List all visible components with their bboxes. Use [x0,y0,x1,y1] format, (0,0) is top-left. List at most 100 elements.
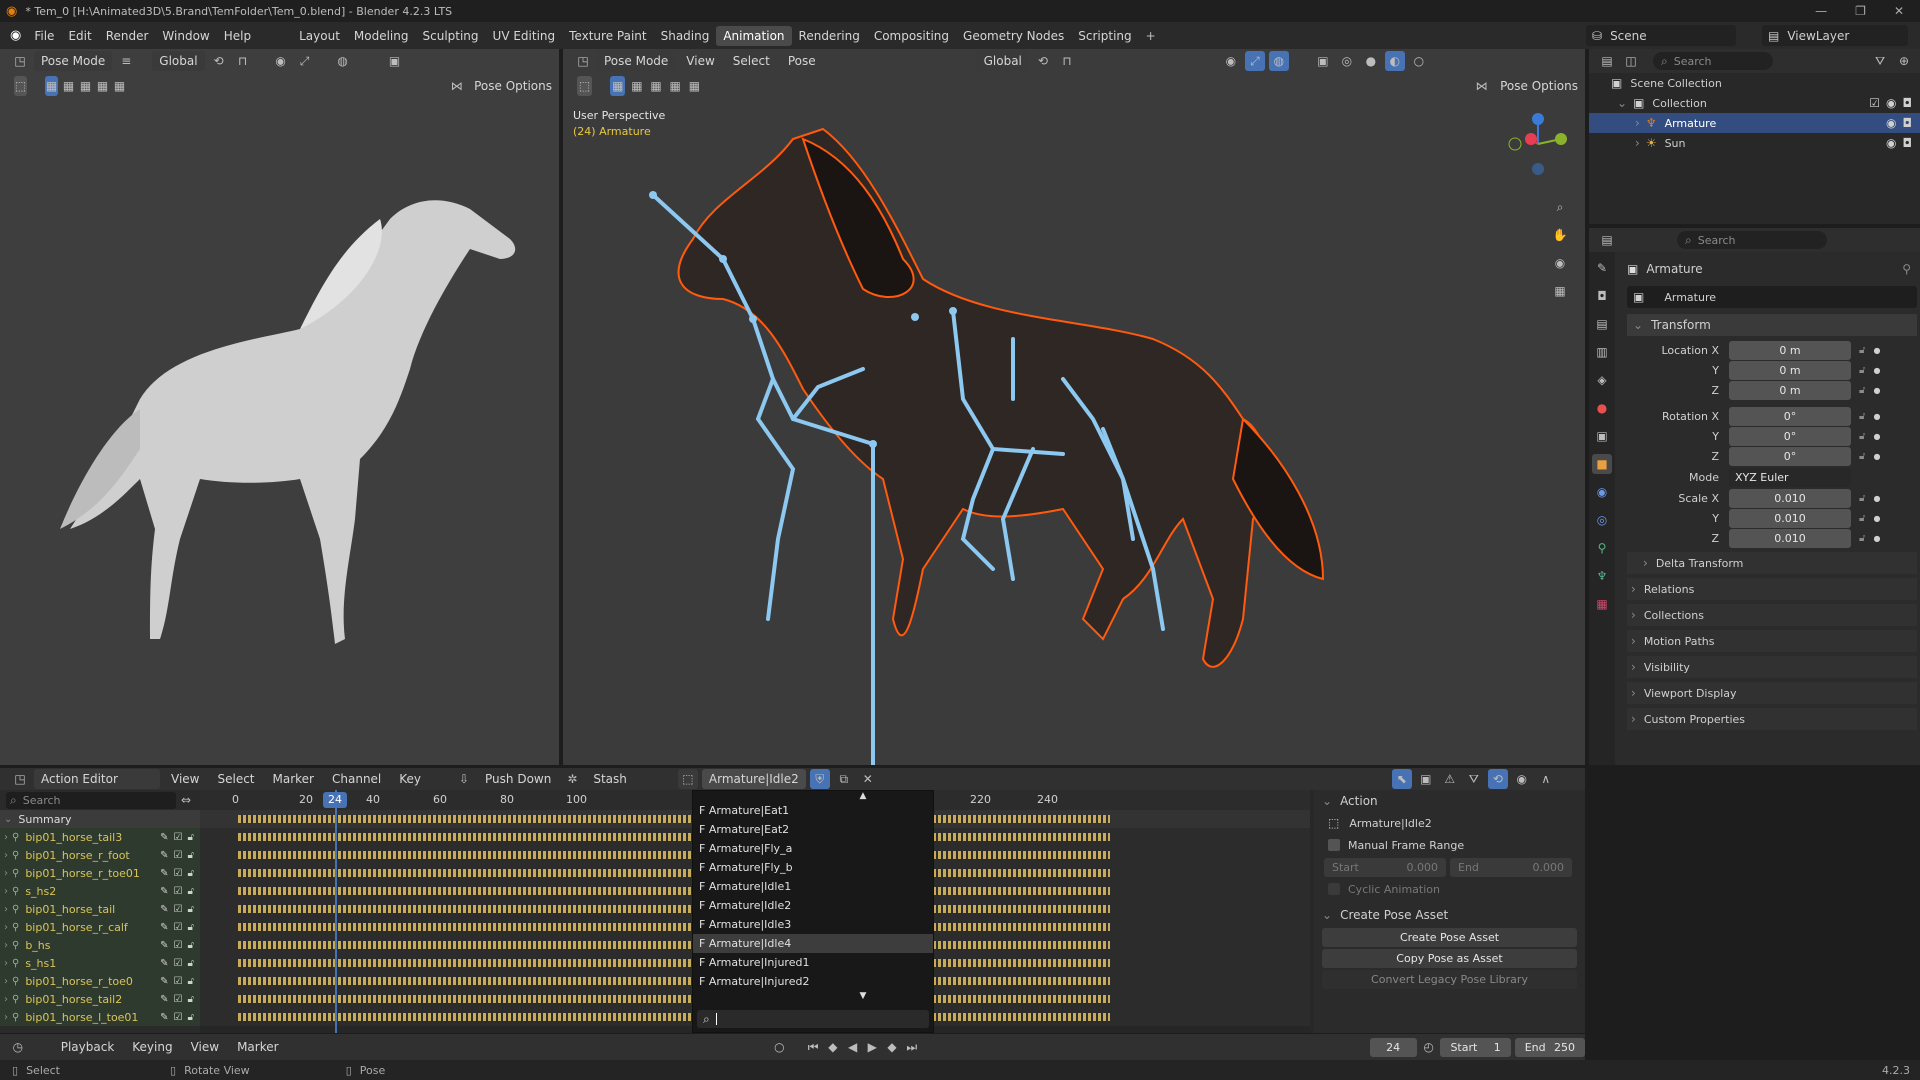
select-invert-icon[interactable]: ▦ [668,76,683,96]
xray-icon[interactable]: ▣ [385,51,405,71]
value-field[interactable]: 0° [1729,426,1851,446]
channel-row[interactable]: › ⚲ s_hs2 ✎ ☑ 🔓︎ [0,882,200,900]
action-list-item[interactable]: F Armature|Eat1 [693,801,933,820]
checkbox-icon[interactable]: ☑ [174,958,183,969]
snap-icon[interactable]: ⊓ [1057,51,1077,71]
add-workspace-icon[interactable]: + [1141,26,1161,46]
scroll-down-icon[interactable]: ▼ [693,991,933,1001]
workspace-tab-scripting[interactable]: Scripting [1071,26,1138,46]
checkbox-icon[interactable]: ☑ [1869,96,1880,110]
lock-icon[interactable]: 🔓︎ [188,940,194,951]
checkbox-icon[interactable]: ☑ [174,922,183,933]
channel-row[interactable]: › ⚲ bip01_horse_tail3 ✎ ☑ 🔓︎ [0,828,200,846]
constraints-tab-icon[interactable]: ⚲ [1592,538,1612,558]
checkbox-icon[interactable]: ☑ [174,832,183,843]
action-panel-header[interactable]: ⌄ Action [1314,790,1585,812]
display-mode-icon[interactable]: ◫ [1621,51,1641,71]
wrench-icon[interactable]: ✎ [160,886,168,897]
keyframe-strip[interactable] [238,1013,1110,1021]
workspace-tab-sculpting[interactable]: Sculpting [416,26,486,46]
keyframe-strip[interactable] [238,941,1110,949]
only-errors-icon[interactable]: ⚠ [1440,769,1460,789]
menu-pose[interactable]: Pose [781,51,823,71]
checkbox-icon[interactable]: ☑ [174,868,183,879]
cyclic-animation-checkbox[interactable]: Cyclic Animation [1314,878,1585,900]
menu-view[interactable]: View [679,51,721,71]
lock-icon[interactable]: 🔓︎ [188,976,194,987]
view-menu[interactable]: View [184,1037,226,1057]
menu-render[interactable]: Render [99,26,156,46]
manual-frame-range-checkbox[interactable]: Manual Frame Range [1314,834,1585,856]
lock-icon[interactable]: 🔓︎ [1859,385,1865,396]
scene-selector[interactable]: ⛁ Scene [1586,25,1736,46]
convert-legacy-pose-library-button[interactable]: Convert Legacy Pose Library [1322,970,1577,989]
keying-menu[interactable]: Keying [125,1037,179,1057]
start-frame-field[interactable]: Start 1 [1440,1037,1511,1057]
object-tab-icon[interactable]: ■ [1592,454,1612,474]
channel-row[interactable]: › ⚲ bip01_horse_r_toe0 ✎ ☑ 🔓︎ [0,972,200,990]
action-filter-field[interactable]: ⌕ [697,1010,929,1028]
minimize-icon[interactable]: — [1815,4,1827,18]
value-field[interactable]: 0.010 [1729,488,1851,508]
lock-icon[interactable]: 🔓︎ [188,922,194,933]
panel-viewport-display[interactable]: › Viewport Display [1627,682,1917,704]
world-tab-icon[interactable]: ● [1592,398,1612,418]
lock-icon[interactable]: 🔓︎ [188,868,194,879]
action-list-item[interactable]: F Armature|Idle2 [693,896,933,915]
value-field[interactable]: 0 m [1729,360,1851,380]
action-list-item[interactable]: F Armature|Fly_b [693,858,933,877]
orientation-dropdown[interactable]: Global [976,51,1029,71]
action-list-item[interactable]: F Armature|Injured1 [693,953,933,972]
lock-icon[interactable]: 🔓︎ [188,832,194,843]
action-list-item[interactable]: F Armature|Idle1 [693,877,933,896]
close-icon[interactable]: ✕ [1894,4,1904,18]
wrench-icon[interactable]: ✎ [160,1012,168,1023]
workspace-tab-layout[interactable]: Layout [292,26,347,46]
visibility-icon[interactable]: ◉ [271,51,291,71]
xray-icon[interactable]: ▣ [1313,51,1333,71]
show-hidden-icon[interactable]: ▣ [1416,769,1436,789]
panel-custom-properties[interactable]: › Custom Properties [1627,708,1917,730]
playhead-frame[interactable]: 24 [323,792,347,808]
select-extend-icon[interactable]: ▦ [62,76,75,96]
checkbox-icon[interactable]: ☑ [174,850,183,861]
rendered-shading-icon[interactable]: ○ [1409,51,1429,71]
object-name-field[interactable]: ▣ Armature [1627,286,1917,308]
action-list-item[interactable]: F Armature|Idle3 [693,915,933,934]
outliner-search[interactable]: ⌕ Search [1653,52,1773,70]
channel-search[interactable]: ⌕ Search [6,791,176,809]
lock-icon[interactable]: 🔓︎ [188,904,194,915]
editor-type-icon[interactable]: ◳ [10,769,30,789]
filter-icon[interactable]: ⛛ [1464,769,1484,789]
select-invert-icon[interactable]: ▦ [96,76,109,96]
menu-marker[interactable]: Marker [266,769,321,789]
select-intersect-icon[interactable]: ▦ [687,76,702,96]
data-tab-icon[interactable]: ♆ [1592,566,1612,586]
keyframe-strip[interactable] [238,869,1110,877]
workspace-tab-modeling[interactable]: Modeling [347,26,416,46]
wrench-icon[interactable]: ✎ [160,940,168,951]
action-list-item[interactable]: F Armature|Fly_a [693,839,933,858]
pivot-icon[interactable]: ⟲ [1033,51,1053,71]
texture-tab-icon[interactable]: ▦ [1592,594,1612,614]
play-reverse-icon[interactable]: ◀ [845,1037,861,1057]
wrench-icon[interactable]: ✎ [160,850,168,861]
action-list-item[interactable]: F Armature|Eat2 [693,820,933,839]
action-list-item[interactable]: F Armature|Idle4 [693,934,933,953]
transform-panel-header[interactable]: ⌄ Transform [1627,314,1917,336]
keyframe-dot-icon[interactable]: ● [1873,452,1880,461]
checkbox-icon[interactable]: ☑ [174,976,183,987]
value-field[interactable]: 0.010 [1729,528,1851,548]
keyframe-dot-icon[interactable]: ● [1873,514,1880,523]
create-pose-asset-button[interactable]: Create Pose Asset [1322,928,1577,947]
material-shading-icon[interactable]: ◐ [1384,51,1405,71]
menu-window[interactable]: Window [155,26,216,46]
snap-icon[interactable]: ⊓ [233,51,253,71]
panel-collections[interactable]: › Collections [1627,604,1917,626]
panel-motion-paths[interactable]: › Motion Paths [1627,630,1917,652]
mirror-icon[interactable]: ⋈ [450,76,463,96]
mirror-icon[interactable]: ⋈ [1474,76,1489,96]
select-subtract-icon[interactable]: ▦ [79,76,92,96]
workspace-tab-compositing[interactable]: Compositing [867,26,956,46]
menu-file[interactable]: File [27,26,61,46]
